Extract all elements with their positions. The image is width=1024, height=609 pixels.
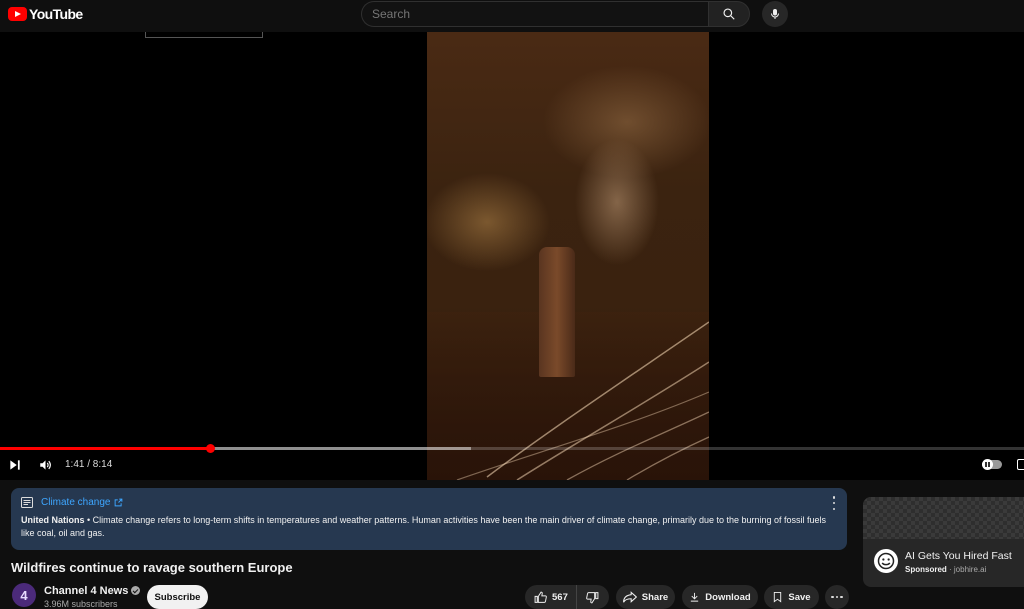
search-input[interactable] <box>361 1 708 27</box>
player-controls: 1:41 / 8:14 <box>0 455 1024 475</box>
info-topic-link[interactable]: Climate change <box>41 497 110 508</box>
ad-domain: jobhire.ai <box>953 565 987 574</box>
progress-bar[interactable] <box>0 444 1024 453</box>
dislike-icon <box>586 591 599 603</box>
like-icon <box>534 591 547 603</box>
like-dislike-group: 567 <box>525 585 609 609</box>
sponsored-ad-card[interactable]: AI Gets You Hired Fast Sponsored · jobhi… <box>863 497 1024 587</box>
download-label: Download <box>705 591 751 603</box>
next-icon <box>10 460 20 470</box>
channel-name[interactable]: Channel 4 News <box>44 585 128 597</box>
ad-meta: Sponsored · jobhire.ai <box>905 565 986 574</box>
progress-played <box>0 447 210 450</box>
time-display: 1:41 / 8:14 <box>65 459 113 470</box>
save-label: Save <box>788 591 811 603</box>
volume-button[interactable] <box>38 455 53 475</box>
masthead: YouTube <box>0 0 1024 32</box>
info-panel-header: Climate change <box>21 495 837 509</box>
external-link-icon[interactable] <box>114 498 123 507</box>
like-button[interactable]: 567 <box>525 585 577 609</box>
autoplay-toggle[interactable] <box>982 459 1002 470</box>
progress-scrubber[interactable] <box>205 444 215 453</box>
ad-separator: · <box>946 565 954 574</box>
autoplay-toggle-icon <box>982 459 993 470</box>
download-button[interactable]: Download <box>682 585 758 609</box>
subscribe-button[interactable]: Subscribe <box>147 585 208 609</box>
info-separator: • <box>84 515 93 525</box>
info-text: Climate change refers to long-term shift… <box>21 515 827 538</box>
youtube-logo[interactable]: YouTube <box>8 6 83 22</box>
volume-icon <box>40 460 51 470</box>
info-panel-icon <box>21 496 33 508</box>
share-button[interactable]: Share <box>616 585 675 609</box>
player-overlay-bar <box>145 32 263 38</box>
smiley-icon <box>877 552 895 570</box>
save-button[interactable]: Save <box>764 585 819 609</box>
info-source: United Nations <box>21 515 85 525</box>
video-player[interactable]: 1:41 / 8:14 <box>0 32 1024 480</box>
more-vert-icon[interactable] <box>829 496 839 510</box>
subscriber-count: 3.96M subscribers <box>44 599 118 609</box>
youtube-logo-icon <box>8 7 27 21</box>
verified-icon <box>131 586 141 595</box>
ad-title[interactable]: AI Gets You Hired Fast <box>905 550 1012 562</box>
share-label: Share <box>641 591 669 603</box>
channel-name-row: Channel 4 News <box>44 585 141 597</box>
logo-text: YouTube <box>29 6 83 22</box>
video-embers <box>456 321 709 480</box>
next-button[interactable] <box>8 455 22 475</box>
ad-sponsored-label: Sponsored <box>905 565 947 574</box>
share-icon <box>622 591 637 603</box>
search-icon <box>723 8 735 20</box>
download-icon <box>691 592 699 602</box>
channel-avatar[interactable]: 4 <box>12 583 36 607</box>
more-horiz-icon[interactable] <box>825 585 849 609</box>
video-title: Wildfires continue to ravage southern Eu… <box>11 560 293 575</box>
like-count: 567 <box>552 591 568 603</box>
search-box <box>361 1 750 27</box>
info-description: United Nations • Climate change refers t… <box>21 514 837 540</box>
captions-icon[interactable] <box>1017 459 1024 470</box>
save-icon <box>774 591 782 603</box>
video-frame <box>427 32 709 480</box>
voice-search-button[interactable] <box>762 1 788 27</box>
info-panel: Climate change United Nations • Climate … <box>11 488 847 550</box>
ad-banner-image[interactable] <box>863 497 1024 539</box>
ad-advertiser-logo <box>874 549 898 573</box>
dislike-button[interactable] <box>577 585 609 609</box>
microphone-icon <box>771 9 779 19</box>
search-button[interactable] <box>708 1 750 27</box>
